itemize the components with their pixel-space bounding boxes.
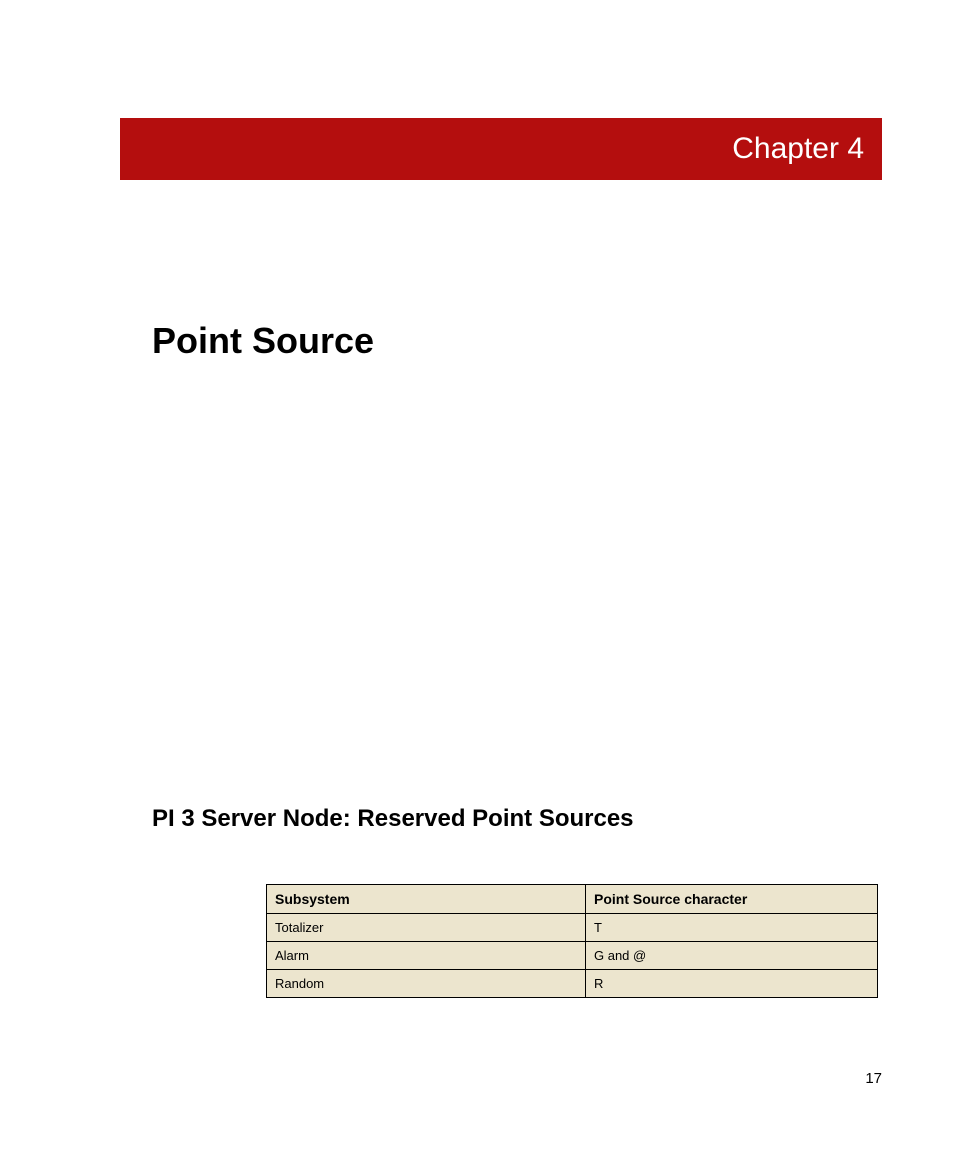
- table-row: Alarm G and @: [267, 942, 878, 970]
- table-cell: Alarm: [267, 942, 586, 970]
- table-cell: G and @: [586, 942, 878, 970]
- section-heading: PI 3 Server Node: Reserved Point Sources: [152, 805, 634, 833]
- table-cell: Random: [267, 970, 586, 998]
- table-header-row: Subsystem Point Source character: [267, 885, 878, 914]
- table-row: Totalizer T: [267, 914, 878, 942]
- table-cell: T: [586, 914, 878, 942]
- chapter-banner: Chapter 4: [120, 118, 882, 180]
- page-number: 17: [865, 1070, 882, 1087]
- table-header-cell: Subsystem: [267, 885, 586, 914]
- reserved-point-sources-table: Subsystem Point Source character Totaliz…: [266, 884, 878, 998]
- chapter-label: Chapter 4: [732, 132, 864, 166]
- table-cell: R: [586, 970, 878, 998]
- table-cell: Totalizer: [267, 914, 586, 942]
- table-header-cell: Point Source character: [586, 885, 878, 914]
- page-title: Point Source: [152, 320, 374, 362]
- table-row: Random R: [267, 970, 878, 998]
